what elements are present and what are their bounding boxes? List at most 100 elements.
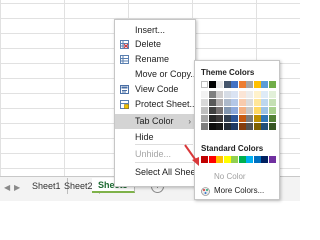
theme-shade-swatch[interactable] — [231, 99, 238, 106]
theme-shade-swatch[interactable] — [216, 99, 223, 106]
theme-shade-swatch[interactable] — [246, 123, 253, 130]
menu-item-label: Move or Copy... — [135, 69, 198, 79]
theme-shade-swatch[interactable] — [268, 115, 276, 122]
menu-item-rename[interactable]: Rename — [115, 53, 195, 66]
theme-shade-swatch[interactable] — [238, 107, 246, 114]
theme-shade-swatch[interactable] — [201, 123, 208, 130]
menu-item-view-code[interactable]: View Code — [115, 83, 195, 96]
menu-item-insert[interactable]: Insert... — [115, 24, 195, 37]
menu-item-delete[interactable]: Delete — [115, 38, 195, 51]
menu-item-hide[interactable]: Hide — [115, 131, 195, 144]
theme-shade-swatch[interactable] — [246, 91, 253, 98]
theme-shade-swatch[interactable] — [208, 115, 216, 122]
theme-shade-swatch[interactable] — [253, 91, 261, 98]
theme-shade-swatch[interactable] — [216, 91, 223, 98]
theme-shade-swatch[interactable] — [223, 99, 231, 106]
theme-shade-swatch[interactable] — [238, 91, 246, 98]
standard-colors-heading: Standard Colors — [201, 144, 264, 153]
menu-item-label: Hide — [135, 132, 154, 142]
protect-sheet-icon — [120, 100, 129, 109]
theme-shade-swatch[interactable] — [208, 99, 216, 106]
theme-shade-swatch[interactable] — [261, 99, 268, 106]
theme-shade-swatch[interactable] — [246, 115, 253, 122]
theme-shade-swatch[interactable] — [253, 123, 261, 130]
standard-color-swatch[interactable] — [223, 156, 231, 163]
theme-color-swatch[interactable] — [261, 81, 268, 88]
theme-shade-swatch[interactable] — [246, 99, 253, 106]
menu-item-unhide: Unhide... — [115, 148, 195, 161]
theme-color-swatch[interactable] — [223, 81, 231, 88]
standard-color-swatch[interactable] — [246, 156, 253, 163]
delete-sheet-icon — [120, 40, 129, 49]
sheet-context-menu: Insert... Delete Rename Move or Copy... — [114, 19, 203, 187]
theme-shade-swatch[interactable] — [231, 107, 238, 114]
theme-shade-swatch[interactable] — [268, 91, 276, 98]
theme-color-swatch[interactable] — [216, 81, 223, 88]
theme-shade-swatch[interactable] — [238, 115, 246, 122]
theme-shade-swatch[interactable] — [253, 99, 261, 106]
scroll-right-icon[interactable]: ▶ — [14, 183, 20, 192]
theme-shade-swatch[interactable] — [201, 91, 208, 98]
theme-shade-swatch[interactable] — [223, 107, 231, 114]
theme-color-swatch[interactable] — [246, 81, 253, 88]
more-colors-label: More Colors... — [214, 186, 265, 195]
theme-shade-swatch[interactable] — [268, 99, 276, 106]
theme-shade-swatch[interactable] — [216, 107, 223, 114]
menu-item-move-copy[interactable]: Move or Copy... — [115, 68, 198, 81]
menu-item-tab-color[interactable]: Tab Color › — [115, 114, 195, 129]
standard-color-swatch[interactable] — [231, 156, 238, 163]
theme-shade-swatch[interactable] — [253, 107, 261, 114]
theme-shade-swatch[interactable] — [253, 115, 261, 122]
standard-color-swatch[interactable] — [208, 156, 216, 163]
theme-shade-swatch[interactable] — [261, 107, 268, 114]
menu-separator — [135, 162, 193, 163]
theme-shade-swatch[interactable] — [216, 123, 223, 130]
theme-shade-swatch[interactable] — [201, 99, 208, 106]
menu-item-label: Delete — [135, 39, 162, 49]
theme-shade-swatch[interactable] — [238, 99, 246, 106]
theme-shade-swatch[interactable] — [238, 123, 246, 130]
no-color-option: No Color — [199, 171, 275, 183]
standard-color-swatch[interactable] — [253, 156, 261, 163]
menu-item-protect-sheet[interactable]: Protect Sheet... — [115, 98, 198, 111]
theme-shade-swatch[interactable] — [231, 115, 238, 122]
theme-shade-swatch[interactable] — [223, 91, 231, 98]
standard-color-swatch[interactable] — [238, 156, 246, 163]
theme-shade-swatch[interactable] — [261, 123, 268, 130]
theme-shade-swatch[interactable] — [208, 107, 216, 114]
more-colors-option[interactable]: More Colors... — [199, 185, 275, 197]
theme-colors-heading: Theme Colors — [201, 68, 255, 77]
standard-color-swatch[interactable] — [201, 156, 208, 163]
view-code-icon — [120, 85, 129, 94]
theme-shade-swatch[interactable] — [223, 115, 231, 122]
theme-shade-swatch[interactable] — [231, 91, 238, 98]
menu-item-label: Protect Sheet... — [135, 99, 198, 109]
menu-item-label: Select All Sheets — [135, 167, 203, 177]
menu-item-select-all-sheets[interactable]: Select All Sheets — [115, 166, 203, 179]
menu-item-label: Insert... — [135, 25, 166, 35]
standard-color-swatch[interactable] — [261, 156, 268, 163]
theme-shade-swatch[interactable] — [216, 115, 223, 122]
standard-color-swatch[interactable] — [268, 156, 276, 163]
theme-shade-swatch[interactable] — [201, 115, 208, 122]
theme-shade-swatch[interactable] — [201, 107, 208, 114]
theme-color-swatch[interactable] — [208, 81, 216, 88]
menu-item-label: View Code — [135, 84, 179, 94]
theme-color-swatch[interactable] — [201, 81, 208, 88]
theme-shade-swatch[interactable] — [208, 123, 216, 130]
theme-color-swatch[interactable] — [231, 81, 238, 88]
menu-item-label: Tab Color — [135, 116, 174, 126]
theme-shade-swatch[interactable] — [246, 107, 253, 114]
standard-color-swatch[interactable] — [216, 156, 223, 163]
theme-color-swatch[interactable] — [238, 81, 246, 88]
theme-shade-swatch[interactable] — [261, 115, 268, 122]
theme-color-swatch[interactable] — [253, 81, 261, 88]
theme-shade-swatch[interactable] — [223, 123, 231, 130]
theme-color-swatch[interactable] — [268, 81, 276, 88]
theme-shade-swatch[interactable] — [261, 91, 268, 98]
theme-shade-swatch[interactable] — [268, 123, 276, 130]
theme-shade-swatch[interactable] — [268, 107, 276, 114]
theme-shade-swatch[interactable] — [208, 91, 216, 98]
scroll-left-icon[interactable]: ◀ — [4, 183, 10, 192]
theme-shade-swatch[interactable] — [231, 123, 238, 130]
